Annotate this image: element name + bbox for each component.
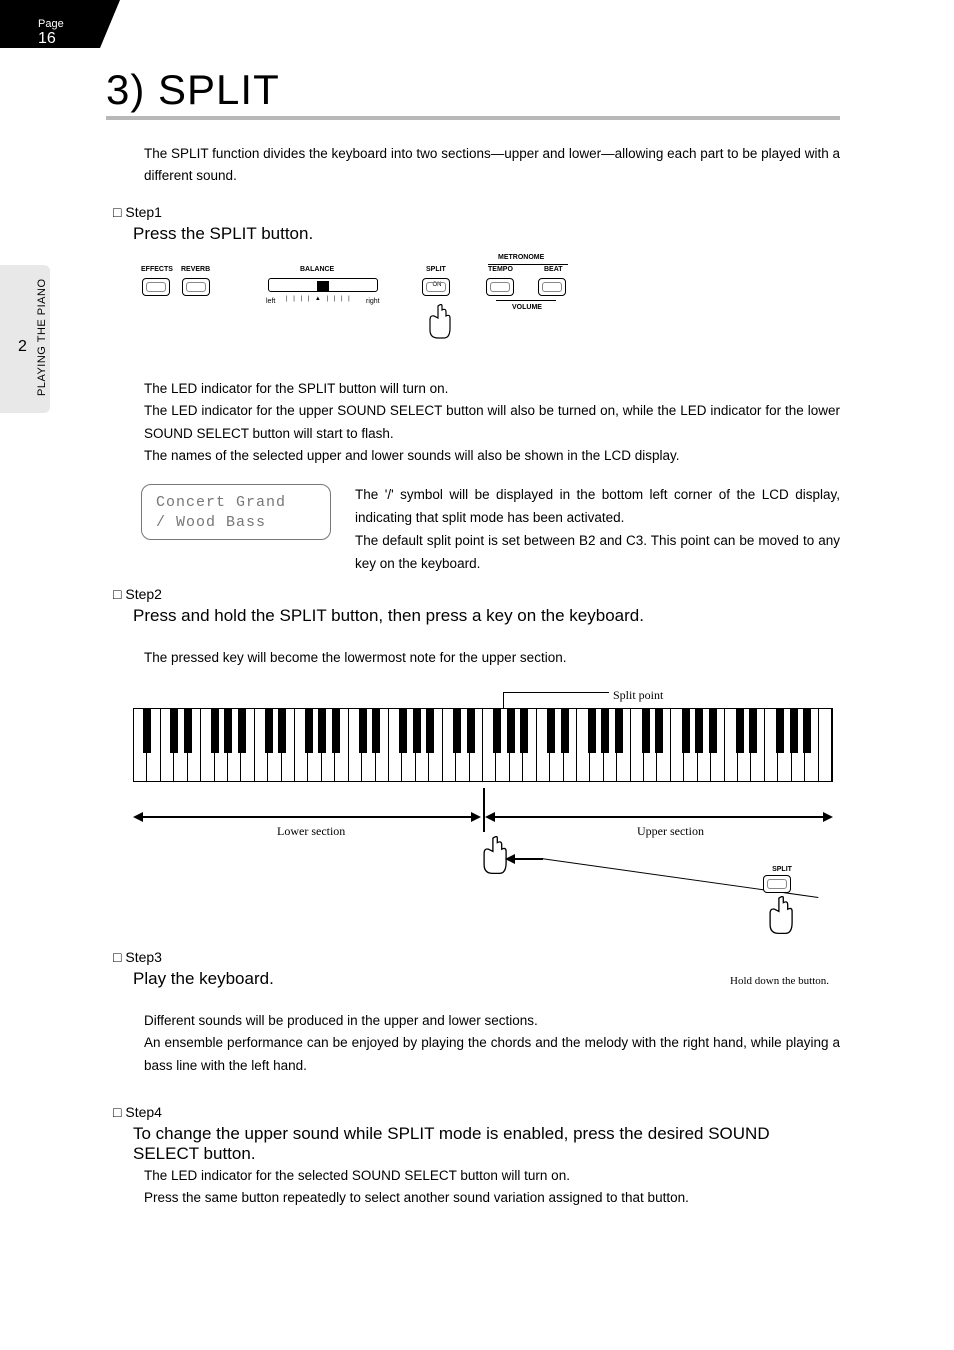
beat-label: BEAT [544,266,563,273]
step4-instruction: To change the upper sound while SPLIT mo… [133,1124,840,1164]
step4-body-b: Press the same button repeatedly to sele… [144,1187,840,1209]
lcd-line2: / Wood Bass [156,513,330,533]
lcd-line1: Concert Grand [156,493,330,513]
reverb-button [182,278,210,296]
step1-body: The LED indicator for the SPLIT button w… [113,378,840,467]
step1-body-a: The LED indicator for the SPLIT button w… [144,378,840,400]
step1: Step1 Press the SPLIT button. [113,204,840,244]
step4-body: The LED indicator for the selected SOUND… [113,1165,840,1210]
step1-head: Step1 [113,204,840,220]
step1-instruction: Press the SPLIT button. [133,224,840,244]
lcd-row: Concert Grand / Wood Bass The '/' symbol… [113,484,840,576]
metronome-label: METRONOME [498,254,544,261]
hand-icon [424,304,454,344]
section-label: PLAYING THE PIANO [36,278,48,396]
reverb-label: REVERB [181,266,210,273]
split-button-label: SPLIT [768,866,796,873]
step3-body-b: An ensemble performance can be enjoyed b… [144,1032,840,1077]
hand-icon-split-button [763,896,797,940]
page-number: 16 [38,30,56,48]
effects-label: EFFECTS [141,266,173,273]
lcd-side-b: The default split point is set between B… [355,530,840,576]
control-panel-figure: EFFECTS REVERB BALANCE left | | | | ▲ | … [138,260,598,360]
press-key-arrow [513,858,543,860]
page-title: 3) SPLIT [106,66,280,114]
split-button-figure: SPLIT [763,866,791,893]
upper-section-arrow [493,816,825,818]
hold-button-caption: Hold down the button. [730,975,829,987]
lower-section-arrow [141,816,473,818]
split-on-indicator: ON [427,282,447,288]
step2-head: Step2 [113,586,840,602]
split-button-graphic [763,875,791,893]
keyboard-graphic [133,708,833,782]
step2-body: The pressed key will become the lowermos… [144,650,840,665]
split-label-leader [503,692,504,708]
intro-text: The SPLIT function divides the keyboard … [144,143,840,188]
step3-body-a: Different sounds will be produced in the… [144,1010,840,1032]
page-label: Page [38,18,64,30]
balance-label: BALANCE [300,266,334,273]
step4: Step4 To change the upper sound while SP… [113,1104,840,1164]
balance-slider [268,278,378,292]
keyboard-figure: Split point Lower section Upper section … [133,680,833,960]
volume-rule [496,300,556,301]
upper-section-label: Upper section [633,824,708,839]
step1-body-b: The LED indicator for the upper SOUND SE… [144,400,840,445]
step2: Step2 Press and hold the SPLIT button, t… [113,586,840,626]
volume-label: VOLUME [512,304,542,311]
step1-body-c: The names of the selected upper and lowe… [144,445,840,467]
step4-body-a: The LED indicator for the selected SOUND… [144,1165,840,1187]
balance-ticks: | | | | ▲ | | | | [286,296,352,302]
tempo-label: TEMPO [488,266,513,273]
lcd-side-text: The '/' symbol will be displayed in the … [355,484,840,576]
split-button: ON [422,278,450,296]
page-tab-shape [100,0,120,48]
lcd-display: Concert Grand / Wood Bass [141,484,331,540]
balance-right-label: right [366,298,380,305]
metronome-rule [488,264,568,265]
balance-left-label: left [266,298,275,305]
split-point-label: Split point [613,688,663,703]
step4-head: Step4 [113,1104,840,1120]
effects-button [142,278,170,296]
lcd-side-a: The '/' symbol will be displayed in the … [355,484,840,530]
section-number: 2 [18,338,27,356]
step3-head: Step3 [113,949,840,965]
split-divider [483,788,485,832]
beat-button [538,278,566,296]
title-block: 3) SPLIT [106,70,840,120]
step2-instruction: Press and hold the SPLIT button, then pr… [133,606,840,626]
step3-body: Different sounds will be produced in the… [113,1010,840,1077]
tempo-button [486,278,514,296]
lower-section-label: Lower section [273,824,349,839]
split-label-line [503,692,609,693]
split-label: SPLIT [426,266,446,273]
